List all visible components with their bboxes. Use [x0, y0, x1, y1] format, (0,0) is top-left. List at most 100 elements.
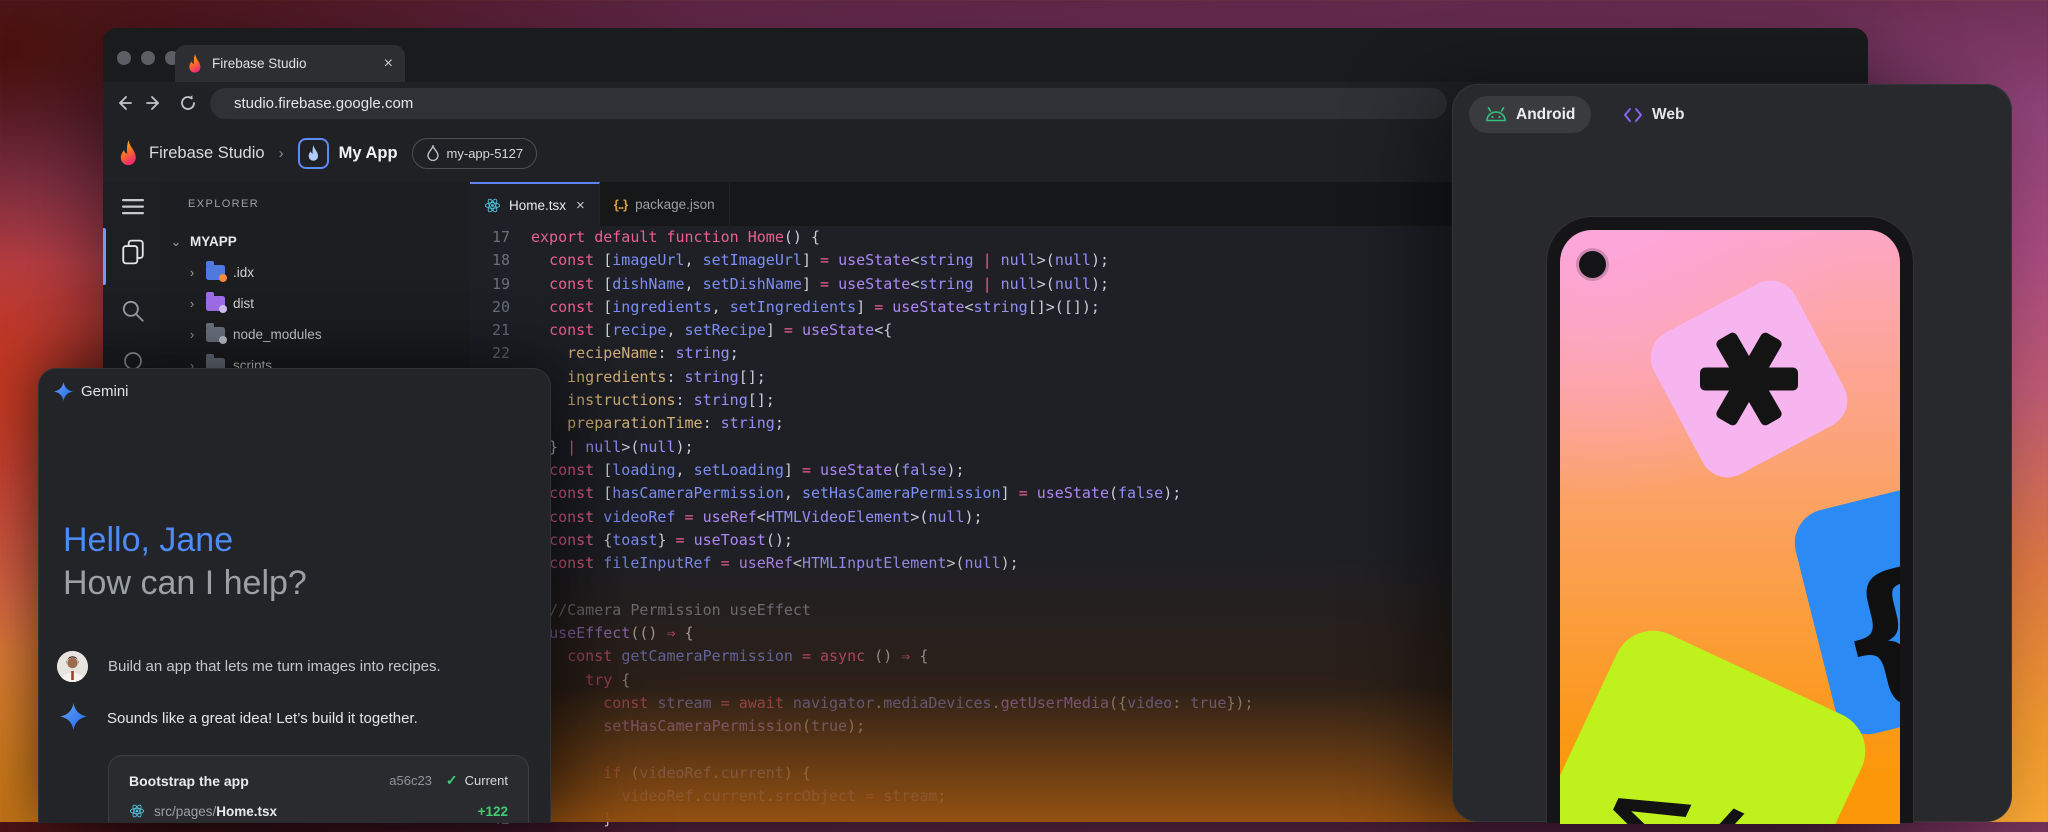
active-view-indicator: [103, 228, 106, 285]
back-icon[interactable]: [115, 94, 133, 112]
code-text: ingredients: string[];: [531, 366, 766, 389]
card-title: Bootstrap the app: [129, 773, 389, 789]
explorer-files-icon[interactable]: [120, 239, 146, 265]
user-avatar: [57, 651, 88, 682]
folder-icon: [206, 265, 225, 280]
folder-name: dist: [233, 296, 254, 311]
commit-hash: a56c23: [389, 773, 432, 788]
project-badge-label: my-app-5127: [447, 146, 524, 161]
window-control-dot[interactable]: [117, 51, 131, 65]
line-number: 22: [470, 342, 510, 365]
code-text: recipeName: string;: [531, 342, 739, 365]
tile-asterisk: [1641, 271, 1857, 487]
asterisk-icon: [1699, 329, 1799, 429]
code-brackets-icon: [1623, 107, 1643, 123]
line-number: 19: [470, 273, 510, 296]
diff-added-count: +122: [478, 804, 508, 819]
user-message-row: Build an app that lets me turn images in…: [57, 651, 534, 682]
explorer-root-folder[interactable]: ⌄ MYAPP: [168, 226, 470, 257]
project-badge[interactable]: my-app-5127: [412, 138, 538, 169]
gemini-star-icon: [54, 382, 73, 401]
gemini-title: Gemini: [81, 383, 129, 400]
code-text: const {toast} = useToast();: [531, 529, 793, 552]
camera-punch-hole: [1579, 251, 1606, 278]
reload-icon[interactable]: [179, 94, 197, 112]
changed-file-path[interactable]: src/pages/Home.tsx: [154, 804, 478, 819]
code-text: const [loading, setLoading] = useState(f…: [531, 459, 965, 482]
forward-icon[interactable]: [145, 94, 163, 112]
code-text: if (videoRef.current) {: [531, 762, 811, 785]
url-text: studio.firebase.google.com: [234, 95, 413, 112]
explorer-title: EXPLORER: [188, 198, 259, 210]
gemini-greeting: Hello, Jane How can I help?: [63, 519, 307, 605]
browser-tab-title: Firebase Studio: [212, 56, 384, 71]
line-number: 17: [470, 226, 510, 249]
editor-tab-package-json[interactable]: {..} package.json: [600, 182, 730, 226]
phone-screen: { </: [1560, 230, 1900, 824]
stage: { "browser": { "tab_title": "Firebase St…: [0, 0, 2048, 822]
firebase-favicon-icon: [187, 54, 203, 74]
gemini-panel: Gemini Hello, Jane How can I help? Build…: [38, 368, 551, 823]
code-slash-icon: </: [1580, 738, 1754, 824]
browser-tab-strip: Firebase Studio ×: [103, 28, 1868, 82]
curly-brace-icon: {: [1815, 537, 1900, 732]
chevron-right-icon: ›: [184, 327, 200, 342]
greeting-question: How can I help?: [63, 562, 307, 605]
line-number: 18: [470, 249, 510, 272]
search-icon[interactable]: [120, 298, 146, 324]
window-control-dot[interactable]: [141, 51, 155, 65]
toggle-web[interactable]: Web: [1611, 96, 1696, 133]
folder-tree: ›.idx›dist›node_modules›scripts: [184, 257, 470, 381]
code-text: const fileInputRef = useRef<HTMLInputEle…: [531, 552, 1019, 575]
code-text: useEffect(() ⇒ {: [531, 622, 694, 645]
android-icon: [1485, 107, 1507, 122]
check-icon: ✓: [446, 772, 458, 789]
code-text: const [dishName, setDishName] = useState…: [531, 273, 1109, 296]
code-text: setHasCameraPermission(true);: [531, 715, 865, 738]
code-text: const [hasCameraPermission, setHasCamera…: [531, 482, 1181, 505]
folder-item-dist[interactable]: › dist: [184, 288, 470, 319]
chevron-down-icon: ⌄: [168, 234, 184, 250]
braces-icon: {..}: [614, 197, 627, 212]
code-text: instructions: string[];: [531, 389, 775, 412]
code-text: videoRef.current.srcObject = stream;: [531, 785, 946, 808]
gemini-star-icon: [60, 703, 87, 730]
folder-item-idx[interactable]: › .idx: [184, 257, 470, 288]
line-number: 20: [470, 296, 510, 319]
app-name[interactable]: My App: [339, 144, 398, 163]
folder-icon: [206, 327, 225, 342]
code-text: preparationTime: string;: [531, 412, 784, 435]
greeting-name: Hello, Jane: [63, 519, 307, 562]
assistant-message-row: Sounds like a great idea! Let’s build it…: [60, 703, 534, 730]
folder-name: node_modules: [233, 327, 322, 342]
editor-tab-home-tsx[interactable]: Home.tsx ×: [470, 182, 600, 226]
tab-close-icon[interactable]: ×: [576, 197, 585, 214]
droplet-icon: [426, 145, 440, 161]
browser-tab[interactable]: Firebase Studio ×: [175, 45, 405, 82]
code-text: } | null>(null);: [531, 436, 694, 459]
code-text: const stream = await navigator.mediaDevi…: [531, 692, 1254, 715]
code-text: const [recipe, setRecipe] = useState<{: [531, 319, 892, 342]
firebase-logo-icon: [118, 140, 139, 167]
code-text: const videoRef = useRef<HTMLVideoElement…: [531, 506, 983, 529]
folder-item-nodemodules[interactable]: › node_modules: [184, 319, 470, 350]
line-number: 21: [470, 319, 510, 342]
code-text: const getCameraPermission = async () ⇒ {: [531, 645, 928, 668]
url-bar[interactable]: studio.firebase.google.com: [210, 88, 1447, 119]
chevron-right-icon: ›: [184, 296, 200, 311]
react-icon: [484, 197, 501, 214]
bootstrap-card[interactable]: Bootstrap the app a56c23 ✓ Current src/p…: [108, 755, 529, 823]
tab-close-icon[interactable]: ×: [384, 56, 393, 72]
breadcrumb-separator: ›: [279, 145, 284, 162]
menu-icon[interactable]: [120, 194, 146, 220]
phone-mockup: { </: [1546, 216, 1914, 823]
react-icon: [129, 803, 145, 819]
folder-name: .idx: [233, 265, 254, 280]
app-icon: [298, 138, 329, 169]
brand-title[interactable]: Firebase Studio: [149, 144, 265, 163]
chevron-right-icon: ›: [184, 265, 200, 280]
code-text: const [ingredients, setIngredients] = us…: [531, 296, 1100, 319]
toggle-android[interactable]: Android: [1469, 96, 1591, 133]
status-badge: Current: [465, 773, 508, 788]
user-message: Build an app that lets me turn images in…: [108, 658, 441, 675]
